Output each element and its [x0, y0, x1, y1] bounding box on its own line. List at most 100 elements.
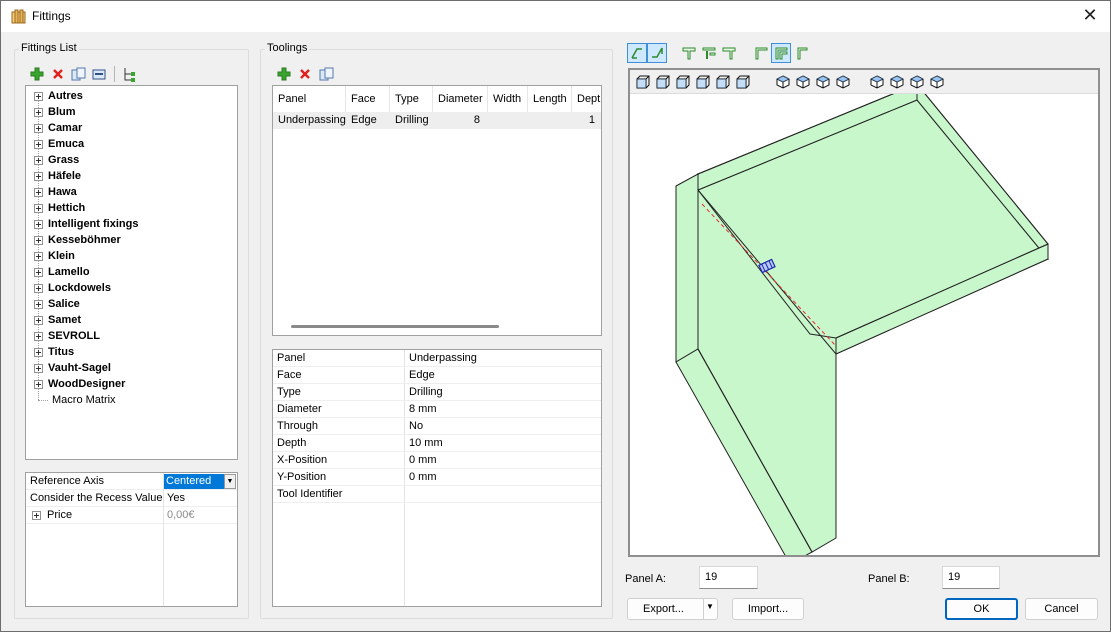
expand-plus-icon[interactable]: [34, 379, 43, 389]
expand-plus-icon[interactable]: [34, 283, 43, 293]
expand-plus-icon[interactable]: [34, 171, 43, 181]
expand-plus-icon[interactable]: [34, 187, 43, 197]
expand-plus-icon[interactable]: [34, 235, 43, 245]
table-cell[interactable]: [528, 112, 572, 129]
view-mode-a-button[interactable]: [627, 43, 647, 63]
table-cell[interactable]: Drilling: [390, 112, 433, 129]
view-cube-icon[interactable]: [796, 75, 810, 89]
expand-price-icon[interactable]: [32, 511, 41, 520]
tree-item[interactable]: Autres: [34, 88, 83, 104]
view-cube-icon[interactable]: [836, 75, 850, 89]
table-cell[interactable]: 1: [572, 112, 601, 129]
expand-plus-icon[interactable]: [34, 219, 43, 229]
tree-item[interactable]: Hawa: [34, 184, 77, 200]
reference-axis-select[interactable]: Centered ▼: [164, 474, 236, 489]
detail-value[interactable]: Drilling: [409, 384, 443, 401]
column-header[interactable]: Length: [528, 86, 572, 112]
view-cube-icon[interactable]: [696, 75, 710, 89]
column-header[interactable]: Dept: [572, 86, 601, 112]
joint-t-right-button[interactable]: [719, 43, 739, 63]
joint-corner-c-button[interactable]: [791, 43, 811, 63]
tree-item-macro-matrix[interactable]: Macro Matrix: [50, 392, 118, 408]
panel-b-input[interactable]: 19: [942, 566, 1000, 589]
column-header[interactable]: Face: [346, 86, 390, 112]
delete-tooling-button[interactable]: [297, 66, 313, 82]
add-fitting-button[interactable]: [29, 66, 45, 82]
fittings-tree[interactable]: Autres Blum Camar Emuca Grass Häfele Hawa Hetti…: [25, 85, 238, 460]
tree-item[interactable]: Lamello: [34, 264, 90, 280]
detail-value[interactable]: 0 mm: [409, 452, 437, 469]
column-header[interactable]: Panel: [273, 86, 346, 112]
edit-fitting-button[interactable]: [91, 66, 107, 82]
column-header[interactable]: Type: [390, 86, 433, 112]
view-cube-icon[interactable]: [656, 75, 670, 89]
copy-fitting-button[interactable]: [70, 66, 86, 82]
tree-item[interactable]: Intelligent fixings: [34, 216, 138, 232]
joint-corner-b-button[interactable]: [771, 43, 791, 63]
3d-preview[interactable]: [628, 68, 1100, 557]
delete-fitting-button[interactable]: [50, 66, 66, 82]
close-button[interactable]: ✕: [1080, 5, 1100, 25]
expand-plus-icon[interactable]: [34, 155, 43, 165]
table-cell[interactable]: Underpassing: [273, 112, 346, 129]
detail-value[interactable]: 0 mm: [409, 469, 437, 486]
expand-plus-icon[interactable]: [34, 347, 43, 357]
cancel-button[interactable]: Cancel: [1025, 598, 1098, 620]
expand-plus-icon[interactable]: [34, 267, 43, 277]
tree-item[interactable]: Blum: [34, 104, 76, 120]
view-cube-icon[interactable]: [716, 75, 730, 89]
expand-plus-icon[interactable]: [34, 203, 43, 213]
detail-value[interactable]: Underpassing: [409, 350, 477, 367]
view-cube-icon[interactable]: [676, 75, 690, 89]
tree-item[interactable]: Camar: [34, 120, 82, 136]
table-cell[interactable]: [488, 112, 528, 129]
tree-structure-button[interactable]: [121, 66, 137, 82]
view-cube-icon[interactable]: [910, 75, 924, 89]
table-cell[interactable]: Edge: [346, 112, 390, 129]
view-cube-icon[interactable]: [776, 75, 790, 89]
ok-button[interactable]: OK: [945, 598, 1018, 620]
expand-plus-icon[interactable]: [34, 91, 43, 101]
add-tooling-button[interactable]: [276, 66, 292, 82]
export-split-button[interactable]: Export... ▼: [627, 598, 718, 620]
horizontal-scrollbar[interactable]: [291, 325, 499, 328]
tree-item[interactable]: Hettich: [34, 200, 85, 216]
tree-item[interactable]: SEVROLL: [34, 328, 100, 344]
view-cube-icon[interactable]: [816, 75, 830, 89]
detail-value[interactable]: 10 mm: [409, 435, 443, 452]
tree-item[interactable]: Samet: [34, 312, 81, 328]
expand-plus-icon[interactable]: [34, 299, 43, 309]
table-cell[interactable]: 8: [433, 112, 488, 129]
expand-plus-icon[interactable]: [34, 123, 43, 133]
expand-plus-icon[interactable]: [34, 315, 43, 325]
tree-item[interactable]: Emuca: [34, 136, 84, 152]
copy-tooling-button[interactable]: [318, 66, 334, 82]
detail-value[interactable]: Edge: [409, 367, 435, 384]
tree-item[interactable]: Vauht-Sagel: [34, 360, 111, 376]
import-button[interactable]: Import...: [732, 598, 804, 620]
view-cube-icon[interactable]: [930, 75, 944, 89]
view-mode-b-button[interactable]: [647, 43, 667, 63]
recess-value[interactable]: Yes: [167, 490, 185, 507]
joint-t-offset-button[interactable]: [699, 43, 719, 63]
expand-plus-icon[interactable]: [34, 331, 43, 341]
view-cube-icon[interactable]: [736, 75, 750, 89]
tree-item[interactable]: Häfele: [34, 168, 81, 184]
view-cube-icon[interactable]: [890, 75, 904, 89]
panel-a-input[interactable]: 19: [699, 566, 758, 589]
tree-item[interactable]: WoodDesigner: [34, 376, 125, 392]
tree-item[interactable]: Salice: [34, 296, 80, 312]
toolings-table[interactable]: Panel Face Type Diameter Width Length Dept Unde…: [272, 85, 602, 336]
joint-corner-a-button[interactable]: [751, 43, 771, 63]
expand-plus-icon[interactable]: [34, 363, 43, 373]
view-cube-icon[interactable]: [870, 75, 884, 89]
column-header[interactable]: Width: [488, 86, 528, 112]
tree-item[interactable]: Kesseböhmer: [34, 232, 121, 248]
column-header[interactable]: Diameter: [433, 86, 488, 112]
tree-item[interactable]: Lockdowels: [34, 280, 111, 296]
tree-item[interactable]: Grass: [34, 152, 79, 168]
expand-plus-icon[interactable]: [34, 139, 43, 149]
tree-item[interactable]: Titus: [34, 344, 74, 360]
detail-value[interactable]: 8 mm: [409, 401, 437, 418]
chevron-down-icon[interactable]: ▼: [706, 602, 714, 611]
